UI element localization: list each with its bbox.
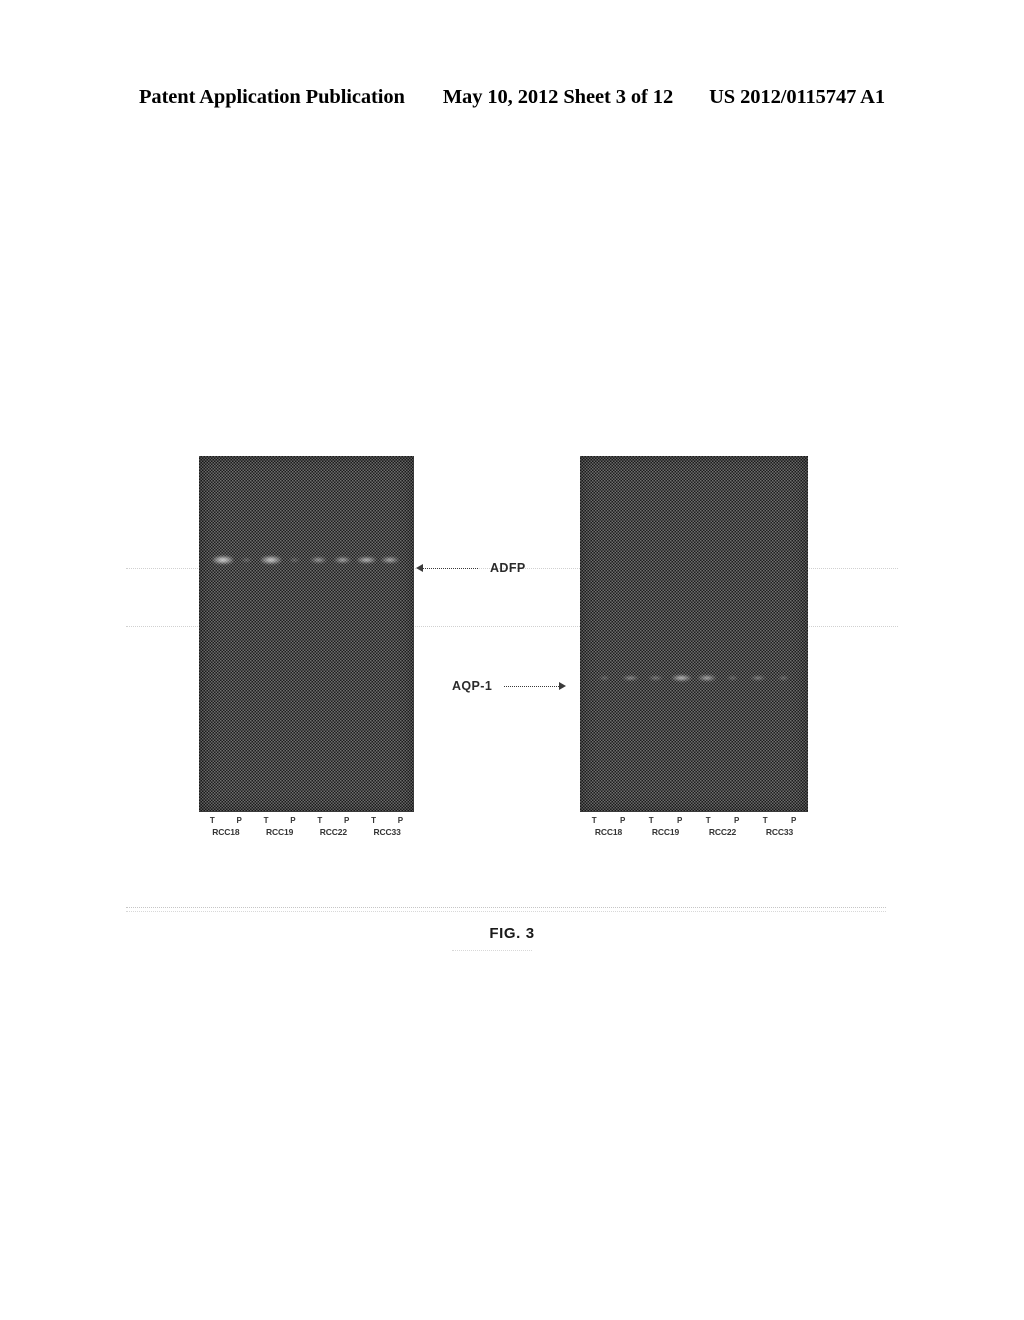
sample-name: RCC19 <box>265 827 294 837</box>
lane-group: T P RCC22 <box>694 816 751 837</box>
sample-name: RCC33 <box>765 827 794 837</box>
lane-pair-labels: T P <box>637 816 694 826</box>
lane-group: T P RCC33 <box>360 816 414 837</box>
gel-panel-adfp <box>199 456 414 812</box>
lane-pair-labels: T P <box>694 816 751 826</box>
lane-pair-labels: T P <box>307 816 361 826</box>
analyte-annotation-adfp: ADFP <box>416 559 576 577</box>
gel-band <box>381 556 400 564</box>
lane-pair-labels: T P <box>751 816 808 826</box>
gel-band <box>310 557 327 563</box>
figure-3: ADFP AQP-1 T P RCC18 T P RCC19 T P RCC22… <box>0 0 1024 1320</box>
lane-legend-left: T P RCC18 T P RCC19 T P RCC22 T P RCC33 <box>199 816 414 837</box>
scan-artifact-line <box>452 950 532 951</box>
lane-label-p: P <box>236 816 243 825</box>
gel-band <box>333 556 352 564</box>
lane-pair-labels: T P <box>580 816 637 826</box>
gel-band <box>622 675 639 681</box>
arrow-left-icon <box>416 564 478 573</box>
gel-band <box>356 556 376 564</box>
sample-name: RCC22 <box>319 827 348 837</box>
gel-band <box>671 675 691 681</box>
lane-label-t: T <box>705 816 711 825</box>
scan-artifact-line <box>126 911 886 912</box>
sample-name: RCC19 <box>651 827 680 837</box>
lane-pair-labels: T P <box>199 816 253 826</box>
lane-group: T P RCC19 <box>253 816 307 837</box>
gel-band <box>212 556 234 564</box>
analyte-label-aqp1: AQP-1 <box>452 679 493 693</box>
gel-band <box>598 676 612 680</box>
sample-name: RCC22 <box>708 827 737 837</box>
arrow-right-icon <box>504 682 567 691</box>
lane-pair-labels: T P <box>360 816 414 826</box>
lane-label-t: T <box>371 816 377 825</box>
lane-legend-right: T P RCC18 T P RCC19 T P RCC22 T P RCC33 <box>580 816 808 837</box>
figure-caption: FIG. 3 <box>489 925 535 942</box>
lane-label-t: T <box>317 816 323 825</box>
analyte-label-adfp: ADFP <box>490 561 526 575</box>
lane-group: T P RCC18 <box>199 816 253 837</box>
sample-name: RCC33 <box>373 827 401 837</box>
sample-name: RCC18 <box>212 827 240 837</box>
gel-band <box>725 676 739 680</box>
gel-band <box>750 675 766 681</box>
lane-label-t: T <box>648 816 654 825</box>
lane-label-p: P <box>344 816 350 825</box>
gel-band <box>240 557 254 563</box>
lane-label-p: P <box>790 816 797 825</box>
lane-label-p: P <box>397 816 404 825</box>
lane-label-p: P <box>290 816 296 825</box>
lane-label-t: T <box>762 816 768 825</box>
gel-band <box>776 676 790 680</box>
lane-label-t: T <box>209 816 215 825</box>
gel-band <box>260 556 281 564</box>
lane-label-p: P <box>676 816 683 825</box>
lane-label-p: P <box>619 816 626 825</box>
scan-artifact-line <box>126 907 886 908</box>
gel-band <box>648 675 664 681</box>
lane-group: T P RCC22 <box>307 816 361 837</box>
lane-group: T P RCC19 <box>637 816 694 837</box>
analyte-annotation-aqp1: AQP-1 <box>452 677 580 695</box>
lane-group: T P RCC33 <box>751 816 808 837</box>
lane-pair-labels: T P <box>253 816 307 826</box>
lane-label-p: P <box>733 816 740 825</box>
patent-figure-page: Patent Application Publication May 10, 2… <box>0 0 1024 1320</box>
gel-band <box>698 675 716 681</box>
gel-band <box>288 557 302 563</box>
lane-group: T P RCC18 <box>580 816 637 837</box>
lane-label-t: T <box>263 816 269 825</box>
lane-label-t: T <box>591 816 597 825</box>
gel-panel-aqp1 <box>580 456 808 812</box>
sample-name: RCC18 <box>594 827 623 837</box>
